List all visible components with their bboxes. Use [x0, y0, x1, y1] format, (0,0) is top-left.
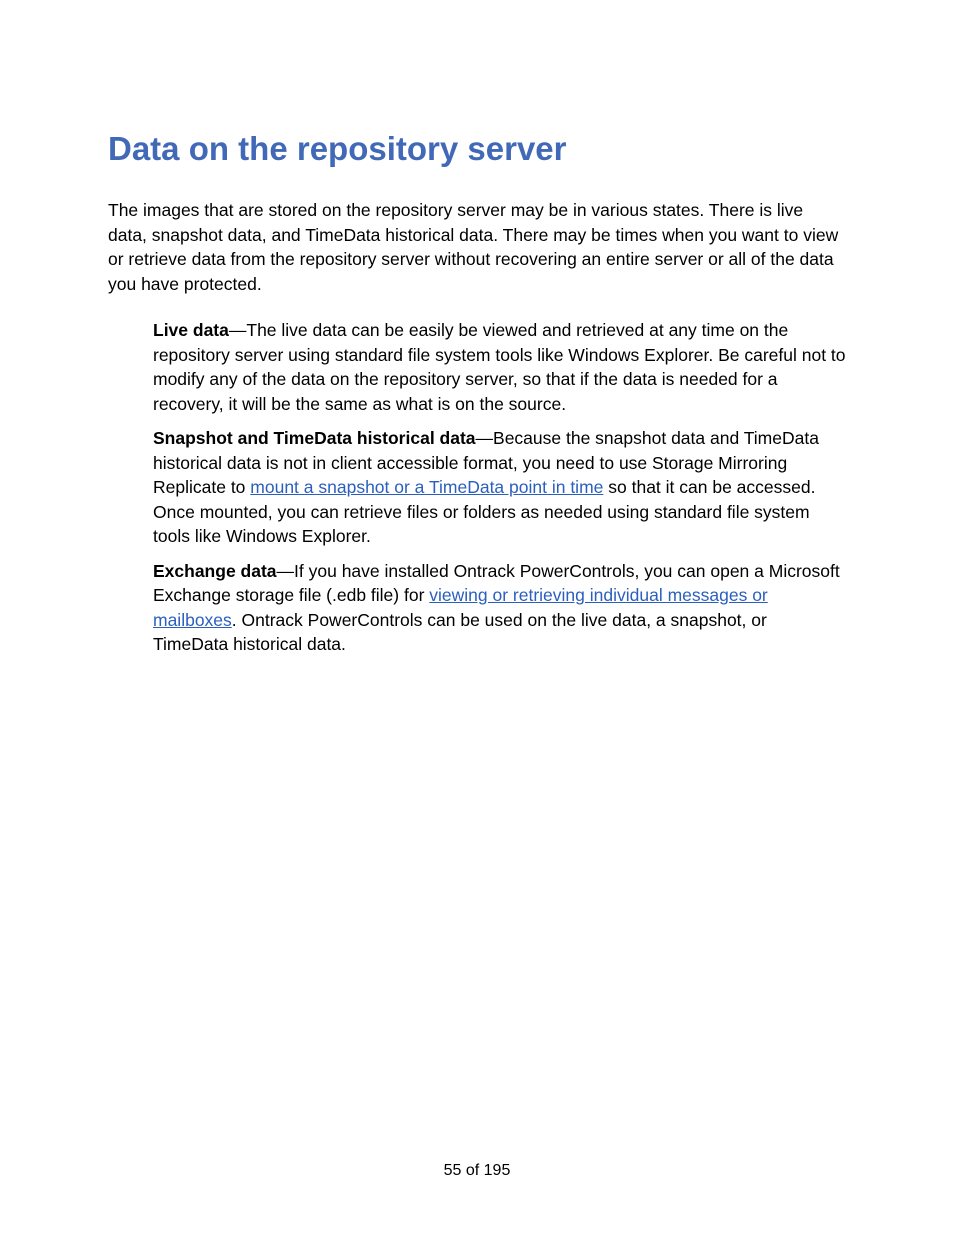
definition-exchange-data: Exchange data—If you have installed Ontr…	[153, 559, 846, 657]
page-footer: 55 of 195	[0, 1162, 954, 1180]
intro-paragraph: The images that are stored on the reposi…	[108, 198, 846, 296]
text-live-data: —The live data can be easily be viewed a…	[153, 320, 846, 414]
definition-list: Live data—The live data can be easily be…	[108, 318, 846, 657]
link-mount-snapshot[interactable]: mount a snapshot or a TimeData point in …	[250, 477, 603, 497]
text-exchange-after: . Ontrack PowerControls can be used on t…	[153, 610, 767, 655]
page-content: Data on the repository server The images…	[0, 0, 954, 657]
term-exchange-data: Exchange data	[153, 561, 277, 581]
page-heading: Data on the repository server	[108, 130, 846, 168]
definition-live-data: Live data—The live data can be easily be…	[153, 318, 846, 416]
term-snapshot-data: Snapshot and TimeData historical data	[153, 428, 476, 448]
term-live-data: Live data	[153, 320, 229, 340]
definition-snapshot-data: Snapshot and TimeData historical data—Be…	[153, 426, 846, 549]
